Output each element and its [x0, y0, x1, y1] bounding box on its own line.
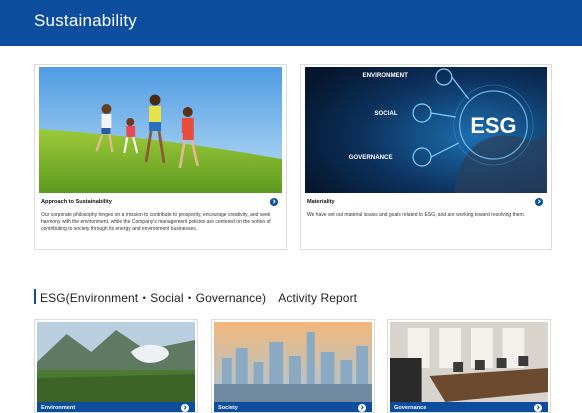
children-running-photo	[39, 67, 282, 193]
section-title: ESG(Environment・Social・Governance) Activ…	[40, 291, 358, 305]
governance-graphic-label: GOVERNANCE	[349, 154, 393, 161]
esg-center-label: ESG	[470, 113, 516, 138]
mountain-landscape-photo	[37, 322, 195, 402]
arrow-right-icon[interactable]	[534, 404, 542, 412]
card-title: Materiality	[307, 199, 335, 205]
governance-report-tile[interactable]: Governance	[387, 319, 551, 413]
boardroom-photo	[390, 322, 548, 402]
page-header: Sustainability	[0, 0, 582, 46]
approach-card[interactable]: Approach to Sustainability Our corporate…	[34, 64, 287, 250]
tile-label-band: Society	[214, 402, 372, 412]
tile-label: Environment	[41, 405, 76, 411]
section-accent-bar	[34, 289, 36, 304]
tile-label: Governance	[394, 405, 427, 411]
arrow-right-icon[interactable]	[181, 404, 189, 412]
card-title: Approach to Sustainability	[41, 199, 112, 205]
environment-graphic-label: ENVIRONMENT	[363, 72, 409, 79]
arrow-right-icon[interactable]	[358, 404, 366, 412]
tile-label: Society	[218, 405, 238, 411]
card-description: We have set out material issues and goal…	[307, 212, 526, 218]
card-description: Our corporate philosophy hinges on a mis…	[41, 212, 271, 233]
materiality-card[interactable]: ESG ENVIRONMENT SOCIAL GOVERNANCE Materi…	[300, 64, 552, 250]
tile-label-band: Environment	[37, 402, 195, 412]
society-report-tile[interactable]: Society	[211, 319, 375, 413]
environment-report-tile[interactable]: Environment	[34, 319, 198, 413]
arrow-right-icon[interactable]	[270, 198, 278, 206]
social-graphic-label: SOCIAL	[374, 110, 397, 117]
arrow-right-icon[interactable]	[535, 198, 543, 206]
city-skyline-photo	[214, 322, 372, 402]
tile-label-band: Governance	[390, 402, 548, 412]
esg-graphic: ESG ENVIRONMENT SOCIAL GOVERNANCE	[305, 67, 547, 193]
page-title: Sustainability	[34, 11, 137, 30]
